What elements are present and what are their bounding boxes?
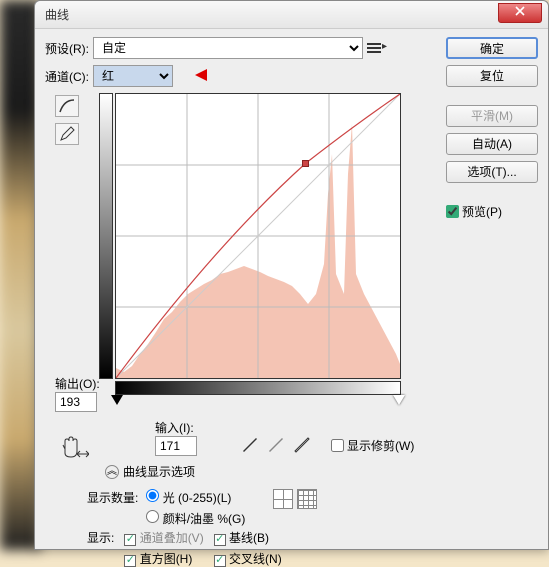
close-icon (514, 5, 526, 17)
arrow-annotation (195, 66, 255, 84)
titlebar[interactable]: 曲线 (35, 1, 548, 29)
grid-simple-button[interactable] (273, 489, 293, 509)
check-baseline[interactable]: ✓ 基线(B) (214, 529, 282, 546)
grid-detailed-button[interactable] (297, 489, 317, 509)
preview-checkbox[interactable] (446, 205, 459, 218)
show-clip-label: 显示修剪(W) (347, 437, 414, 454)
black-point-slider[interactable] (111, 395, 123, 405)
black-eyedropper[interactable] (241, 435, 259, 453)
preset-select[interactable]: 自定 (93, 37, 363, 59)
preset-menu-icon[interactable] (367, 41, 385, 55)
window-title: 曲线 (45, 8, 69, 22)
show-label: 显示: (87, 529, 114, 546)
cancel-button[interactable]: 复位 (446, 65, 538, 87)
curve-tool-icon (58, 98, 76, 114)
input-input[interactable] (155, 436, 197, 456)
close-button[interactable] (498, 3, 542, 23)
white-point-slider[interactable] (393, 395, 405, 405)
show-amount-label: 显示数量: (87, 489, 138, 506)
output-input[interactable] (55, 392, 97, 412)
ok-button[interactable]: 确定 (446, 37, 538, 59)
options-button[interactable]: 选项(T)... (446, 161, 538, 183)
pencil-tool-button[interactable] (55, 123, 79, 145)
curves-dialog: 曲线 预设(R): 自定 通道(C): 红 (34, 0, 549, 550)
display-options-toggle[interactable]: ︽ 曲线显示选项 (105, 463, 195, 480)
check-intersection[interactable]: ✓ 交叉线(N) (214, 550, 282, 567)
curve-tool-button[interactable] (55, 95, 79, 117)
output-label: 输出(O): (55, 375, 100, 392)
curve-point[interactable] (302, 160, 309, 167)
pencil-icon (59, 126, 75, 142)
hand-tool-button[interactable] (59, 435, 83, 462)
curve-graph[interactable] (115, 93, 401, 379)
preview-label: 预览(P) (462, 203, 502, 220)
gray-eyedropper[interactable] (267, 435, 285, 453)
white-eyedropper[interactable] (293, 435, 311, 453)
channel-label: 通道(C): (45, 68, 89, 85)
check-channel-overlay[interactable]: ✓ 通道叠加(V) (124, 529, 203, 546)
output-gradient (99, 93, 113, 379)
display-options-label: 曲线显示选项 (123, 463, 195, 480)
check-histogram[interactable]: ✓ 直方图(H) (124, 550, 203, 567)
smooth-button[interactable]: 平滑(M) (446, 105, 538, 127)
chevron-up-icon: ︽ (105, 465, 119, 479)
channel-select[interactable]: 红 (93, 65, 173, 87)
input-label: 输入(I): (155, 419, 197, 436)
radio-light[interactable]: 光 (0-255)(L) (146, 489, 245, 506)
preset-label: 预设(R): (45, 40, 89, 57)
input-gradient (115, 381, 401, 395)
show-clip-checkbox[interactable] (331, 439, 344, 452)
adjust-icon (77, 449, 89, 459)
radio-pigment[interactable]: 颜料/油墨 %(G) (146, 510, 245, 527)
auto-button[interactable]: 自动(A) (446, 133, 538, 155)
